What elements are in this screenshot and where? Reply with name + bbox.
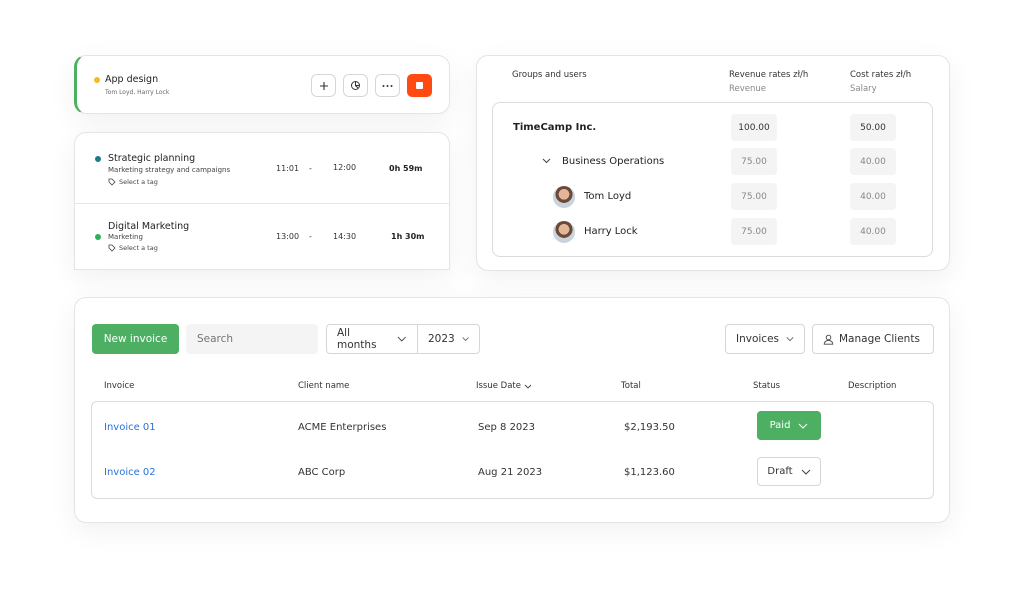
cost-rate-input[interactable]: 40.00 [850, 183, 896, 210]
manage-clients-label: Manage Clients [839, 333, 920, 345]
revenue-column-subheader: Revenue [729, 84, 767, 94]
rates-row-user: Tom Loyd 75.00 40.00 [493, 180, 934, 214]
invoice-link[interactable]: Invoice 02 [104, 467, 156, 478]
add-button[interactable] [311, 74, 336, 97]
revenue-rate-input[interactable]: 100.00 [731, 114, 777, 141]
active-timer-card: App design Tom Loyd, Harry Lock [74, 55, 450, 114]
sort-chevron-icon [524, 384, 532, 389]
year-filter-dropdown[interactable]: 2023 [417, 324, 480, 354]
stop-timer-button[interactable] [407, 74, 432, 97]
cost-rate-input[interactable]: 40.00 [850, 218, 896, 245]
avatar [553, 221, 575, 243]
select-tag-label: Select a tag [119, 244, 158, 252]
cost-rate-input[interactable]: 50.00 [850, 114, 896, 141]
timer-status-dot [94, 77, 100, 83]
more-icon [382, 84, 393, 87]
status-column-header: Status [753, 381, 781, 391]
issue-date-column-header[interactable]: Issue Date [476, 381, 532, 391]
select-tag-link[interactable]: Select a tag [108, 244, 158, 252]
entry-description: Marketing strategy and campaigns [108, 166, 231, 174]
invoices-card: New invoice All months 2023 Invoices Man… [74, 297, 950, 523]
chevron-down-icon [462, 337, 469, 341]
client-column-header: Client name [298, 381, 350, 391]
stop-icon [416, 82, 423, 89]
timer-task-title: App design [105, 74, 159, 85]
manage-clients-button[interactable]: Manage Clients [812, 324, 934, 354]
issue-date-cell: Sep 8 2023 [478, 422, 536, 433]
entry-start-time[interactable]: 11:01 [276, 164, 299, 173]
plus-icon [319, 81, 328, 90]
select-tag-link[interactable]: Select a tag [108, 178, 158, 186]
revenue-rate-input[interactable]: 75.00 [731, 148, 777, 175]
status-dropdown-draft[interactable]: Draft [757, 457, 821, 486]
select-tag-label: Select a tag [119, 178, 158, 186]
client-name-cell: ABC Corp [298, 467, 346, 478]
time-separator: - [309, 164, 312, 173]
avatar [553, 186, 575, 208]
company-name: TimeCamp Inc. [513, 122, 597, 133]
time-entries-card: Strategic planning Marketing strategy an… [74, 132, 450, 270]
entry-color-dot [95, 156, 101, 162]
search-input[interactable] [186, 324, 318, 354]
entry-start-time[interactable]: 13:00 [276, 232, 299, 241]
total-column-header: Total [621, 381, 641, 391]
entry-end-time[interactable]: 12:00 [333, 163, 356, 172]
description-column-header: Description [848, 381, 897, 391]
year-filter-label: 2023 [428, 333, 455, 345]
invoices-table: Invoice 01 ACME Enterprises Sep 8 2023 $… [91, 401, 934, 499]
group-name: Business Operations [562, 156, 665, 167]
billing-rates-card: Groups and users Revenue rates zł/h Reve… [476, 55, 950, 271]
status-label: Draft [767, 466, 793, 477]
rates-row-user: Harry Lock 75.00 40.00 [493, 215, 934, 249]
time-entry-row[interactable]: Strategic planning Marketing strategy an… [75, 133, 449, 199]
tag-icon [108, 178, 116, 186]
document-type-label: Invoices [736, 333, 780, 345]
tag-icon [108, 244, 116, 252]
user-name: Harry Lock [584, 226, 638, 237]
chevron-down-icon [799, 423, 808, 429]
entry-duration: 0h 59m [389, 164, 423, 173]
entry-name: Strategic planning [108, 153, 196, 164]
invoice-link[interactable]: Invoice 01 [104, 422, 156, 433]
chevron-down-icon[interactable] [542, 158, 551, 164]
timer-task-users: Tom Loyd, Harry Lock [105, 89, 170, 96]
pie-chart-icon [351, 81, 360, 90]
user-name: Tom Loyd [584, 191, 632, 202]
rates-row-company: TimeCamp Inc. 100.00 50.00 [493, 111, 934, 145]
invoice-column-header: Invoice [104, 381, 135, 391]
rates-row-group: Business Operations 75.00 40.00 [493, 145, 934, 179]
chevron-down-icon [786, 337, 794, 342]
time-separator: - [309, 232, 312, 241]
entry-duration: 1h 30m [391, 232, 425, 241]
revenue-column-header: Revenue rates zł/h [729, 70, 809, 80]
more-options-button[interactable] [375, 74, 400, 97]
entry-end-time[interactable]: 14:30 [333, 232, 356, 241]
new-invoice-button[interactable]: New invoice [92, 324, 179, 354]
entry-description: Marketing [108, 233, 143, 241]
issue-date-header-label: Issue Date [476, 381, 521, 391]
groups-column-header: Groups and users [512, 70, 587, 80]
chevron-down-icon [801, 469, 810, 475]
rates-table: TimeCamp Inc. 100.00 50.00 Business Oper… [492, 102, 933, 257]
chevron-down-icon [398, 336, 407, 342]
cost-rate-input[interactable]: 40.00 [850, 148, 896, 175]
client-name-cell: ACME Enterprises [298, 422, 387, 433]
status-label: Paid [769, 420, 791, 431]
total-cell: $1,123.60 [624, 467, 675, 478]
month-filter-label: All months [337, 327, 377, 351]
stats-button[interactable] [343, 74, 368, 97]
total-cell: $2,193.50 [624, 422, 675, 433]
status-dropdown-paid[interactable]: Paid [757, 411, 821, 440]
entry-name: Digital Marketing [108, 221, 190, 232]
document-type-dropdown[interactable]: Invoices [725, 324, 805, 354]
revenue-rate-input[interactable]: 75.00 [731, 218, 777, 245]
cost-column-header: Cost rates zł/h [850, 70, 912, 80]
cost-column-subheader: Salary [850, 84, 877, 94]
time-entry-row[interactable]: Digital Marketing Marketing Select a tag… [75, 203, 449, 269]
revenue-rate-input[interactable]: 75.00 [731, 183, 777, 210]
entry-color-dot [95, 234, 101, 240]
issue-date-cell: Aug 21 2023 [478, 467, 543, 478]
month-filter-dropdown[interactable]: All months [326, 324, 418, 354]
user-icon [823, 334, 834, 345]
